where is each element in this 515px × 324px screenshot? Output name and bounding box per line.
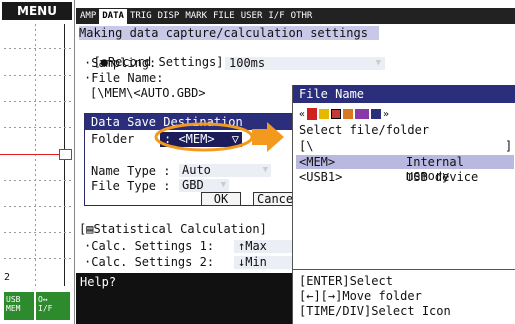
sampling-value: 100ms (229, 56, 266, 70)
tab-data[interactable]: DATA (99, 9, 127, 24)
prev-icon[interactable]: « (299, 109, 305, 120)
divider (293, 269, 515, 270)
delete-icon[interactable] (343, 109, 354, 119)
tabs: AMP DATA TRIG DISP MARK FILE USER I/F OT… (77, 9, 315, 24)
calc1-label: ·Calc. Settings 1: (84, 239, 215, 253)
name-type-label: Name Type : (91, 164, 171, 178)
file-name-value: [\MEM\<AUTO.GBD> (90, 86, 206, 100)
icon-toolbar: « » (299, 107, 389, 121)
name-type-select[interactable]: Auto ▼ (179, 164, 271, 177)
grid-line (4, 258, 74, 259)
row-name: <USB1> (299, 170, 343, 184)
io-badge-line1: O↔ (38, 295, 48, 304)
file-row-mem[interactable]: <MEM> Internal memory (296, 155, 514, 183)
tab-trig[interactable]: TRIG (127, 9, 155, 24)
callout-ellipse (154, 122, 254, 152)
calc2-value: ↓Min (238, 255, 267, 269)
path-close: ] (505, 139, 513, 153)
next-icon[interactable]: » (383, 109, 389, 120)
io-badge: O↔ I/F (36, 292, 70, 320)
grid-line (4, 232, 74, 233)
tab-file[interactable]: FILE (210, 9, 238, 24)
tab-if[interactable]: I/F (265, 9, 287, 24)
grid-line (4, 101, 74, 102)
chevron-down-icon: ▼ (262, 165, 268, 175)
calc1-value: ↑Max (238, 239, 267, 253)
chevron-down-icon: ▼ (375, 58, 381, 68)
file-type-select[interactable]: GBD ▼ (179, 179, 229, 192)
rename-icon[interactable] (371, 109, 382, 119)
file-panel-title: File Name (293, 85, 515, 103)
statistical-heading: [▤Statistical Calculation] (79, 222, 267, 236)
grid-line (4, 75, 74, 76)
calc1-select[interactable]: ↑Max (234, 240, 292, 253)
chevron-down-icon: ▼ (220, 180, 226, 190)
file-type-label: File Type : (91, 179, 171, 193)
help-line-1: [ENTER]Select (299, 274, 393, 288)
tab-amp[interactable]: AMP (77, 9, 99, 24)
sampling-select[interactable]: 100ms ▼ (225, 57, 385, 70)
ok-button[interactable]: OK (201, 192, 241, 206)
upload-icon[interactable] (307, 108, 318, 120)
row-desc: USB device (406, 170, 479, 184)
help-line-3: [TIME/DIV]Select Icon (299, 304, 451, 318)
file-panel-prompt: Select file/folder (299, 123, 430, 137)
row-name: <MEM> (299, 155, 336, 169)
usb-badge-line1: USB (6, 295, 21, 304)
callout-highlight (154, 122, 284, 152)
grid-line (4, 206, 74, 207)
calc2-label: ·Calc. Settings 2: (84, 255, 215, 269)
io-badge-line2: I/F (38, 304, 53, 313)
tab-othr[interactable]: OTHR (288, 9, 316, 24)
file-row-usb[interactable]: <USB1> USB device (296, 170, 514, 184)
menu-button[interactable]: MENU (2, 2, 72, 20)
help-line-2: [←][→]Move folder (299, 289, 422, 303)
grid-line (35, 24, 36, 286)
file-type-value: GBD (182, 178, 204, 192)
arrow-right-icon (252, 122, 284, 152)
waveform-strip: MENU 2 USB MEM O↔ I/F (0, 0, 75, 324)
usb-badge-line2: MEM (6, 304, 21, 313)
page-title: Making data capture/calculation settings (79, 26, 379, 40)
file-name-panel: File Name « » Select file/folder [\ ] <M… (292, 85, 515, 324)
channel-marker: 2 (4, 272, 11, 283)
calc2-select[interactable]: ↓Min (234, 256, 292, 269)
grid-line (4, 48, 74, 49)
file-panel-help: [ENTER]Select [←][→]Move folder [TIME/DI… (299, 274, 451, 319)
waveform-trace (0, 154, 60, 155)
tab-user[interactable]: USER (238, 9, 266, 24)
help-bar: Help? (76, 273, 292, 324)
copy-icon[interactable] (355, 109, 370, 119)
name-type-value: Auto (182, 163, 211, 177)
trigger-marker (59, 149, 72, 160)
grid-line (4, 127, 74, 128)
usb-badge: USB MEM (4, 292, 34, 320)
grid-line (4, 180, 74, 181)
folder-label: Folder (91, 132, 135, 146)
file-name-label: ·File Name: (84, 71, 164, 85)
folder-icon[interactable] (319, 109, 330, 119)
tab-mark[interactable]: MARK (182, 9, 210, 24)
help-text: Help? (80, 275, 117, 289)
tab-disp[interactable]: DISP (155, 9, 183, 24)
save-icon[interactable] (331, 109, 342, 119)
sampling-label: ·Sampling: (84, 56, 157, 70)
path-open: [\ (299, 139, 314, 153)
